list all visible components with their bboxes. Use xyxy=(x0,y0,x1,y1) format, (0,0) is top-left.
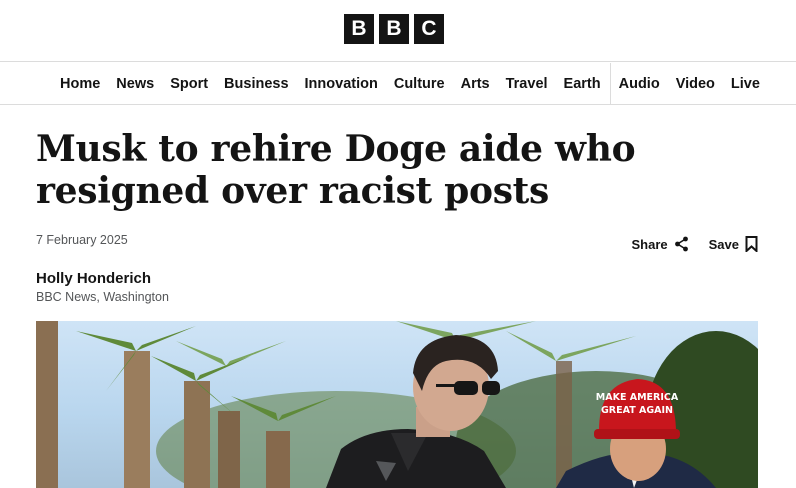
hat-text-line2: GREAT AGAIN xyxy=(601,405,673,416)
share-button[interactable]: Share xyxy=(631,236,688,252)
hero-photo: MAKE AMERICA GREAT AGAIN xyxy=(36,321,758,488)
share-icon xyxy=(674,236,688,252)
hero-image: MAKE AMERICA GREAT AGAIN xyxy=(36,321,758,488)
share-label: Share xyxy=(631,236,668,252)
publish-date: 7 February 2025 xyxy=(36,233,128,247)
hat-text-line1: MAKE AMERICA xyxy=(596,392,679,403)
nav-item-news[interactable]: News xyxy=(108,63,162,105)
author-role: BBC News, Washington xyxy=(36,290,169,304)
masthead: B B C xyxy=(0,0,796,62)
nav-item-earth[interactable]: Earth xyxy=(556,63,609,105)
logo-letter-b1: B xyxy=(344,14,374,44)
author-name[interactable]: Holly Honderich xyxy=(36,270,151,287)
nav-item-live[interactable]: Live xyxy=(723,63,768,105)
logo-letter-c: C xyxy=(414,14,444,44)
nav-item-video[interactable]: Video xyxy=(668,63,723,105)
bookmark-icon xyxy=(745,236,758,252)
bbc-logo[interactable]: B B C xyxy=(344,14,444,44)
nav-item-arts[interactable]: Arts xyxy=(453,63,498,105)
logo-letter-b2: B xyxy=(379,14,409,44)
nav-item-sport[interactable]: Sport xyxy=(162,63,216,105)
nav-item-home[interactable]: Home xyxy=(52,63,108,105)
nav-item-business[interactable]: Business xyxy=(216,63,296,105)
nav-item-culture[interactable]: Culture xyxy=(386,63,453,105)
article-headline: Musk to rehire Doge aide who resigned ov… xyxy=(36,128,636,212)
save-button[interactable]: Save xyxy=(709,236,758,252)
nav-item-travel[interactable]: Travel xyxy=(498,63,556,105)
nav-item-innovation[interactable]: Innovation xyxy=(297,63,386,105)
article-actions: Share Save xyxy=(631,236,758,252)
main-navigation: Home News Sport Business Innovation Cult… xyxy=(0,63,796,105)
nav-item-audio[interactable]: Audio xyxy=(609,63,668,105)
save-label: Save xyxy=(708,236,739,252)
